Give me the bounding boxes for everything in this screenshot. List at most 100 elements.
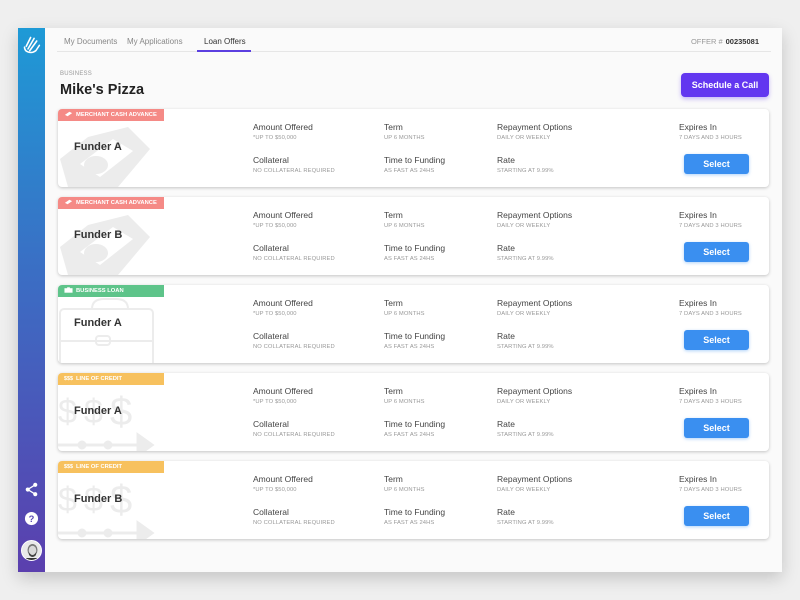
tab-loan-offers[interactable]: Loan Offers <box>204 37 246 46</box>
offer-label: OFFER # <box>690 37 723 46</box>
field-value: NO COLLATERAL REQUIRED <box>253 432 335 438</box>
field-value: *UP TO $50,000 <box>253 135 297 141</box>
collateral: Collateral NO COLLATERAL REQUIRED <box>253 243 335 262</box>
field-label: Term <box>384 474 403 484</box>
field-label: Repayment Options <box>497 122 573 132</box>
select-offer-button[interactable]: Select <box>684 506 749 526</box>
field-value: NO COLLATERAL REQUIRED <box>253 344 335 350</box>
select-offer-button[interactable]: Select <box>684 330 749 350</box>
time-to-funding: Time to Funding AS FAST AS 24HS <box>384 331 445 350</box>
term: Term UP 6 MONTHS <box>384 298 425 317</box>
select-offer-button[interactable]: Select <box>684 418 749 438</box>
field-label: Time to Funding <box>384 419 446 429</box>
field-value: UP 6 MONTHS <box>384 223 425 229</box>
funder-name: Funder B <box>74 493 123 505</box>
user-avatar[interactable] <box>21 540 42 561</box>
dollar-arrow-illustration: $ $ $ <box>58 390 155 451</box>
field-value: *UP TO $50,000 <box>253 311 297 317</box>
amount-offered: Amount Offered *UP TO $50,000 <box>253 386 313 405</box>
field-label: Expires In <box>679 210 717 220</box>
briefcase-illustration <box>59 298 154 363</box>
rate: Rate STARTING AT 9.99% <box>497 243 554 262</box>
field-value: STARTING AT 9.99% <box>497 520 554 526</box>
repayment-options: Repayment Options DAILY OR WEEKLY <box>497 210 572 229</box>
field-value: UP 6 MONTHS <box>384 399 425 405</box>
time-to-funding: Time to Funding AS FAST AS 24HS <box>384 155 445 174</box>
expires-in: Expires In 7 DAYS AND 3 HOURS <box>679 210 742 229</box>
field-value: UP 6 MONTHS <box>384 311 425 317</box>
field-label: Term <box>384 386 403 396</box>
offer-number-value: 00235081 <box>725 37 759 46</box>
offer-type-badge: MERCHANT CASH ADVANCE <box>58 109 164 121</box>
expires-in: Expires In 7 DAYS AND 3 HOURS <box>679 298 742 317</box>
top-navigation: My Documents My Applications Loan Offers… <box>57 28 771 52</box>
field-label: Amount Offered <box>253 210 313 220</box>
field-value: 7 DAYS AND 3 HOURS <box>679 311 742 317</box>
term: Term UP 6 MONTHS <box>384 122 425 141</box>
business-label: BUSINESS <box>60 71 92 77</box>
funder-name: Funder A <box>74 405 122 417</box>
field-label: Term <box>384 122 403 132</box>
field-value: AS FAST AS 24HS <box>384 168 435 174</box>
time-to-funding: Time to Funding AS FAST AS 24HS <box>384 507 445 526</box>
field-label: Amount Offered <box>253 474 313 484</box>
field-value: STARTING AT 9.99% <box>497 432 554 438</box>
select-offer-button[interactable]: Select <box>684 242 749 262</box>
money-hand-illustration <box>60 127 150 187</box>
field-value: AS FAST AS 24HS <box>384 256 435 262</box>
help-icon[interactable]: ? <box>24 511 39 526</box>
svg-text:$$$: $$$ <box>64 464 73 469</box>
field-label: Expires In <box>679 474 717 484</box>
schedule-call-button[interactable]: Schedule a Call <box>681 73 769 97</box>
field-label: Term <box>384 298 403 308</box>
field-label: Collateral <box>253 507 289 517</box>
collateral: Collateral NO COLLATERAL REQUIRED <box>253 155 335 174</box>
offer-type-badge: MERCHANT CASH ADVANCE <box>58 197 164 209</box>
rate: Rate STARTING AT 9.99% <box>497 507 554 526</box>
logo-hand-icon[interactable] <box>21 34 42 55</box>
collateral: Collateral NO COLLATERAL REQUIRED <box>253 507 335 526</box>
sidebar: ? <box>18 28 45 572</box>
rate: Rate STARTING AT 9.99% <box>497 419 554 438</box>
svg-text:$$$: $$$ <box>64 376 73 381</box>
business-name: Mike's Pizza <box>60 82 145 98</box>
field-label: Expires In <box>679 298 717 308</box>
offer-type-label: BUSINESS LOAN <box>76 288 124 294</box>
select-offer-button[interactable]: Select <box>684 154 749 174</box>
field-value: DAILY OR WEEKLY <box>497 399 551 405</box>
field-value: STARTING AT 9.99% <box>497 256 554 262</box>
field-label: Collateral <box>253 243 289 253</box>
field-label: Time to Funding <box>384 155 446 165</box>
offer-card: MERCHANT CASH ADVANCE Funder B Amount Of… <box>58 197 769 275</box>
field-label: Repayment Options <box>497 386 573 396</box>
time-to-funding: Time to Funding AS FAST AS 24HS <box>384 419 445 438</box>
offer-type-badge: BUSINESS LOAN <box>58 285 164 297</box>
app-window: ? My Documents My Applications Loan Offe… <box>18 28 782 572</box>
tab-my-documents[interactable]: My Documents <box>64 37 117 46</box>
amount-offered: Amount Offered *UP TO $50,000 <box>253 122 313 141</box>
field-label: Collateral <box>253 155 289 165</box>
field-label: Collateral <box>253 419 289 429</box>
tab-my-applications[interactable]: My Applications <box>127 37 183 46</box>
field-label: Amount Offered <box>253 386 313 396</box>
field-label: Rate <box>497 243 515 253</box>
amount-offered: Amount Offered *UP TO $50,000 <box>253 298 313 317</box>
offer-card: $$$ LINE OF CREDIT $ $ $ Funder A Amount Of… <box>58 373 769 451</box>
field-value: DAILY OR WEEKLY <box>497 223 551 229</box>
field-label: Repayment Options <box>497 474 573 484</box>
field-value: *UP TO $50,000 <box>253 399 297 405</box>
expires-in: Expires In 7 DAYS AND 3 HOURS <box>679 474 742 493</box>
field-value: NO COLLATERAL REQUIRED <box>253 520 335 526</box>
offer-type-label: LINE OF CREDIT <box>76 376 123 382</box>
term: Term UP 6 MONTHS <box>384 386 425 405</box>
field-value: *UP TO $50,000 <box>253 223 297 229</box>
rate: Rate STARTING AT 9.99% <box>497 331 554 350</box>
funder-name: Funder B <box>74 229 123 241</box>
share-icon[interactable] <box>24 482 39 497</box>
field-label: Repayment Options <box>497 210 573 220</box>
field-label: Repayment Options <box>497 298 573 308</box>
field-value: *UP TO $50,000 <box>253 487 297 493</box>
active-tab-indicator <box>197 50 251 52</box>
field-label: Term <box>384 210 403 220</box>
term: Term UP 6 MONTHS <box>384 210 425 229</box>
